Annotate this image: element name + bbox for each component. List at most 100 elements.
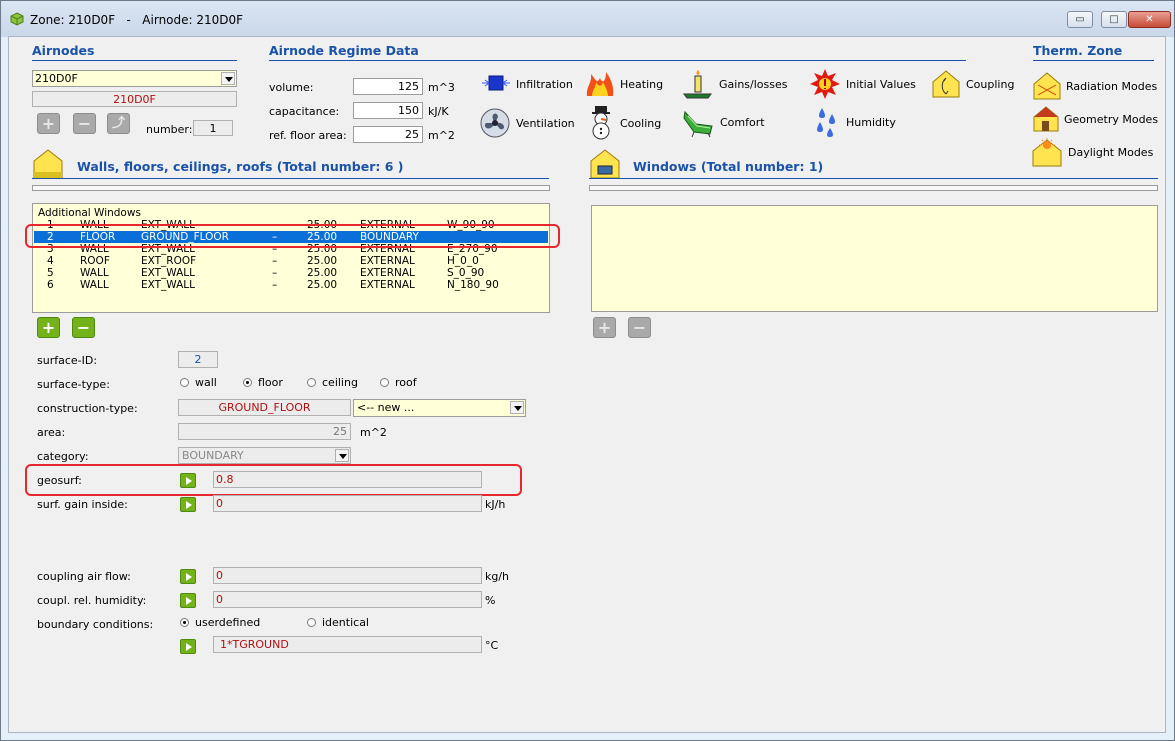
category-value: BOUNDARY xyxy=(182,449,244,462)
geometry-house-icon xyxy=(1033,106,1059,132)
table-row[interactable]: 6 WALL EXT_WALL – 25.00 EXTERNAL N_180_90 xyxy=(34,279,548,291)
cell-area: 25.00 xyxy=(307,255,338,267)
radio-ceiling[interactable] xyxy=(307,378,316,387)
floor-area-label: ref. floor area: xyxy=(269,129,347,142)
coupl-humidity-input[interactable]: 0 xyxy=(213,591,482,608)
heating-button[interactable]: Heating xyxy=(584,68,663,100)
radio-userdefined[interactable] xyxy=(180,618,189,627)
airnode-select[interactable]: 210D0F xyxy=(32,70,237,87)
boundary-value-input[interactable]: 1*TGROUND xyxy=(213,636,482,653)
infiltration-icon xyxy=(482,75,510,91)
list-header-row: Additional Windows xyxy=(34,207,548,219)
app-icon xyxy=(10,12,24,26)
gains-button[interactable]: Gains/losses xyxy=(681,68,787,100)
windows-list[interactable] xyxy=(591,205,1158,312)
initial-values-label: Initial Values xyxy=(846,77,916,91)
remove-window-button[interactable]: − xyxy=(628,317,651,338)
daylight-house-icon xyxy=(1032,138,1062,167)
floor-area-input[interactable]: 25 xyxy=(353,126,423,143)
surface-type-label: surface-type: xyxy=(37,378,110,391)
table-row[interactable]: 4 ROOF EXT_ROOF – 25.00 EXTERNAL H_0_0 xyxy=(34,255,548,267)
airnode-select-value: 210D0F xyxy=(35,72,78,85)
cell-dash: – xyxy=(272,279,278,291)
cell-dash: – xyxy=(272,267,278,279)
cell-dash: – xyxy=(272,255,278,267)
number-label: number: xyxy=(146,123,193,136)
radio-wall[interactable] xyxy=(180,378,189,387)
water-drops-icon xyxy=(817,108,835,137)
chevron-down-icon[interactable] xyxy=(221,72,235,85)
chevron-down-icon[interactable] xyxy=(335,449,349,462)
surface-id-field: 2 xyxy=(178,351,218,368)
close-button[interactable]: ✕ xyxy=(1128,11,1171,28)
cell-id: 4 xyxy=(47,255,54,267)
cell-geo: N_180_90 xyxy=(447,279,499,291)
heating-label: Heating xyxy=(620,77,664,91)
surface-id-label: surface-ID: xyxy=(37,354,98,367)
highlight-geosurf xyxy=(25,464,522,496)
construction-new-select[interactable]: <-- new ... xyxy=(353,399,526,417)
surf-gain-play-button[interactable] xyxy=(180,497,196,512)
additional-windows-label: Additional Windows xyxy=(38,207,141,219)
surf-gain-input[interactable]: 0 xyxy=(213,495,482,512)
coupl-humidity-play-button[interactable] xyxy=(180,593,196,608)
cooling-button[interactable]: Cooling xyxy=(586,106,661,140)
radiation-house-icon xyxy=(1033,72,1061,100)
construction-type-label: construction-type: xyxy=(37,402,138,415)
volume-input[interactable]: 125 xyxy=(353,78,423,95)
coupling-air-flow-unit: kg/h xyxy=(485,570,510,583)
humidity-label: Humidity xyxy=(846,115,896,129)
ventilation-button[interactable]: Ventilation xyxy=(478,107,575,139)
maximize-button[interactable]: □ xyxy=(1101,11,1127,28)
daylight-modes-button[interactable]: Daylight Modes xyxy=(1030,136,1153,168)
table-row[interactable]: 5 WALL EXT_WALL – 25.00 EXTERNAL S_0_90 xyxy=(34,267,548,279)
remove-wall-button[interactable]: − xyxy=(72,317,95,338)
flame-icon xyxy=(586,72,614,96)
initial-values-button[interactable]: Initial Values xyxy=(808,68,916,100)
candle-icon xyxy=(683,70,712,99)
cell-area: 25.00 xyxy=(307,267,338,279)
cell-id: 6 xyxy=(47,279,54,291)
add-window-button[interactable]: + xyxy=(593,317,616,338)
window-title: Zone: 210D0F - Airnode: 210D0F xyxy=(30,13,244,27)
infiltration-button[interactable]: Infiltration xyxy=(480,70,573,98)
windows-scroll-header xyxy=(589,185,1158,191)
radiation-modes-button[interactable]: Radiation Modes xyxy=(1032,71,1157,101)
radio-floor[interactable] xyxy=(243,378,252,387)
ventilation-label: Ventilation xyxy=(516,116,575,130)
walls-divider xyxy=(32,178,549,179)
humidity-button[interactable]: Humidity xyxy=(812,106,896,138)
airnodes-divider xyxy=(32,60,237,61)
category-label: category: xyxy=(37,450,89,463)
category-select[interactable]: BOUNDARY xyxy=(178,447,351,464)
add-airnode-button[interactable]: + xyxy=(37,113,60,134)
radio-roof[interactable] xyxy=(380,378,389,387)
minimize-button[interactable]: ▭ xyxy=(1067,11,1093,28)
geometry-modes-button[interactable]: Geometry Modes xyxy=(1032,105,1158,133)
comfort-button[interactable]: Comfort xyxy=(682,106,765,138)
construction-type-field: GROUND_FLOOR xyxy=(178,399,351,416)
volume-label: volume: xyxy=(269,81,314,94)
remove-airnode-button[interactable]: − xyxy=(73,113,96,134)
number-field: 1 xyxy=(193,120,233,136)
radio-ceiling-label: ceiling xyxy=(322,376,358,389)
redo-airnode-button[interactable]: ⤴ xyxy=(107,113,130,134)
radio-identical[interactable] xyxy=(307,618,316,627)
coupling-air-flow-input[interactable]: 0 xyxy=(213,567,482,584)
boundary-value-play-button[interactable] xyxy=(180,639,196,654)
chevron-down-icon[interactable] xyxy=(510,401,524,414)
walls-list[interactable]: Additional Windows 1 WALL EXT_WALL –25.00 EX… xyxy=(32,203,550,313)
coupling-button[interactable]: Coupling xyxy=(930,68,1014,100)
volume-unit: m^3 xyxy=(428,81,455,94)
cell-type: WALL xyxy=(80,267,109,279)
surf-gain-unit: kJ/h xyxy=(485,498,506,511)
geometry-modes-label: Geometry Modes xyxy=(1064,112,1159,126)
cell-construction: EXT_WALL xyxy=(141,279,195,291)
capacitance-input[interactable]: 150 xyxy=(353,102,423,119)
add-wall-button[interactable]: + xyxy=(37,317,60,338)
comfort-label: Comfort xyxy=(720,115,765,129)
coupling-air-flow-play-button[interactable] xyxy=(180,569,196,584)
coupling-label: Coupling xyxy=(966,77,1015,91)
windows-title: Windows (Total number: 1) xyxy=(633,159,824,174)
cell-id: 5 xyxy=(47,267,54,279)
